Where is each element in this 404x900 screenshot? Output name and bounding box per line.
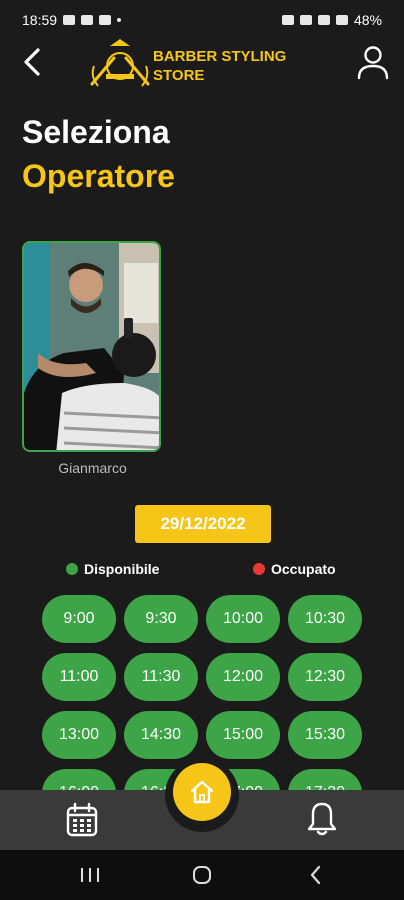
- time-slot-button[interactable]: 10:00: [206, 595, 280, 643]
- gallery-notification-icon: [63, 15, 76, 25]
- time-slot-button[interactable]: 11:30: [124, 653, 198, 701]
- time-slot-button[interactable]: 10:30: [288, 595, 362, 643]
- legend-busy: Occupato: [253, 561, 336, 577]
- operator-photo: [24, 243, 159, 450]
- signal-icon: [335, 15, 348, 25]
- time-slot-button[interactable]: 9:30: [124, 595, 198, 643]
- back-arrow-icon[interactable]: [14, 44, 50, 80]
- time-slot-button[interactable]: 12:30: [288, 653, 362, 701]
- available-dot-icon: [66, 563, 78, 575]
- operator-name: Gianmarco: [58, 460, 127, 476]
- time-slot-button[interactable]: 12:00: [206, 653, 280, 701]
- page-title-line1: Seleziona: [22, 114, 170, 150]
- time-slot-button[interactable]: 15:30: [288, 711, 362, 759]
- recent-apps-icon[interactable]: [78, 866, 102, 884]
- home-icon: [190, 780, 214, 804]
- busy-dot-icon: [253, 563, 265, 575]
- battery-level: 48%: [353, 12, 382, 28]
- user-profile-icon[interactable]: [356, 44, 390, 80]
- app-notification-icon: [81, 15, 94, 25]
- time-slot-button[interactable]: 14:30: [124, 711, 198, 759]
- bell-icon[interactable]: [302, 798, 342, 838]
- calendar-icon[interactable]: [62, 800, 102, 840]
- more-notifications-icon: [117, 18, 122, 22]
- date-selector-button[interactable]: 29/12/2022: [135, 505, 271, 543]
- home-button[interactable]: [173, 763, 231, 821]
- legend-available: Disponibile: [66, 561, 159, 577]
- operator-card[interactable]: [22, 241, 161, 452]
- wifi-icon: [317, 15, 330, 25]
- brand-name: BARBER STYLING STORE: [153, 48, 287, 84]
- mute-icon: [299, 15, 312, 25]
- time-slot-button[interactable]: 9:00: [42, 595, 116, 643]
- time-slot-button[interactable]: 15:00: [206, 711, 280, 759]
- app-bar: BARBER STYLING STORE: [0, 36, 404, 92]
- time-slot-button[interactable]: 13:00: [42, 711, 116, 759]
- barber-logo: [90, 39, 150, 87]
- system-home-icon[interactable]: [192, 865, 212, 885]
- alarm-icon: [281, 15, 294, 25]
- time-slot-button[interactable]: 11:00: [42, 653, 116, 701]
- status-time: 18:59: [22, 12, 58, 28]
- system-back-icon[interactable]: [306, 864, 326, 886]
- status-bar: 18:59 48%: [0, 0, 404, 40]
- video-notification-icon: [99, 15, 112, 25]
- system-nav-bar: [0, 850, 404, 900]
- page-title-line2: Operatore: [22, 158, 175, 194]
